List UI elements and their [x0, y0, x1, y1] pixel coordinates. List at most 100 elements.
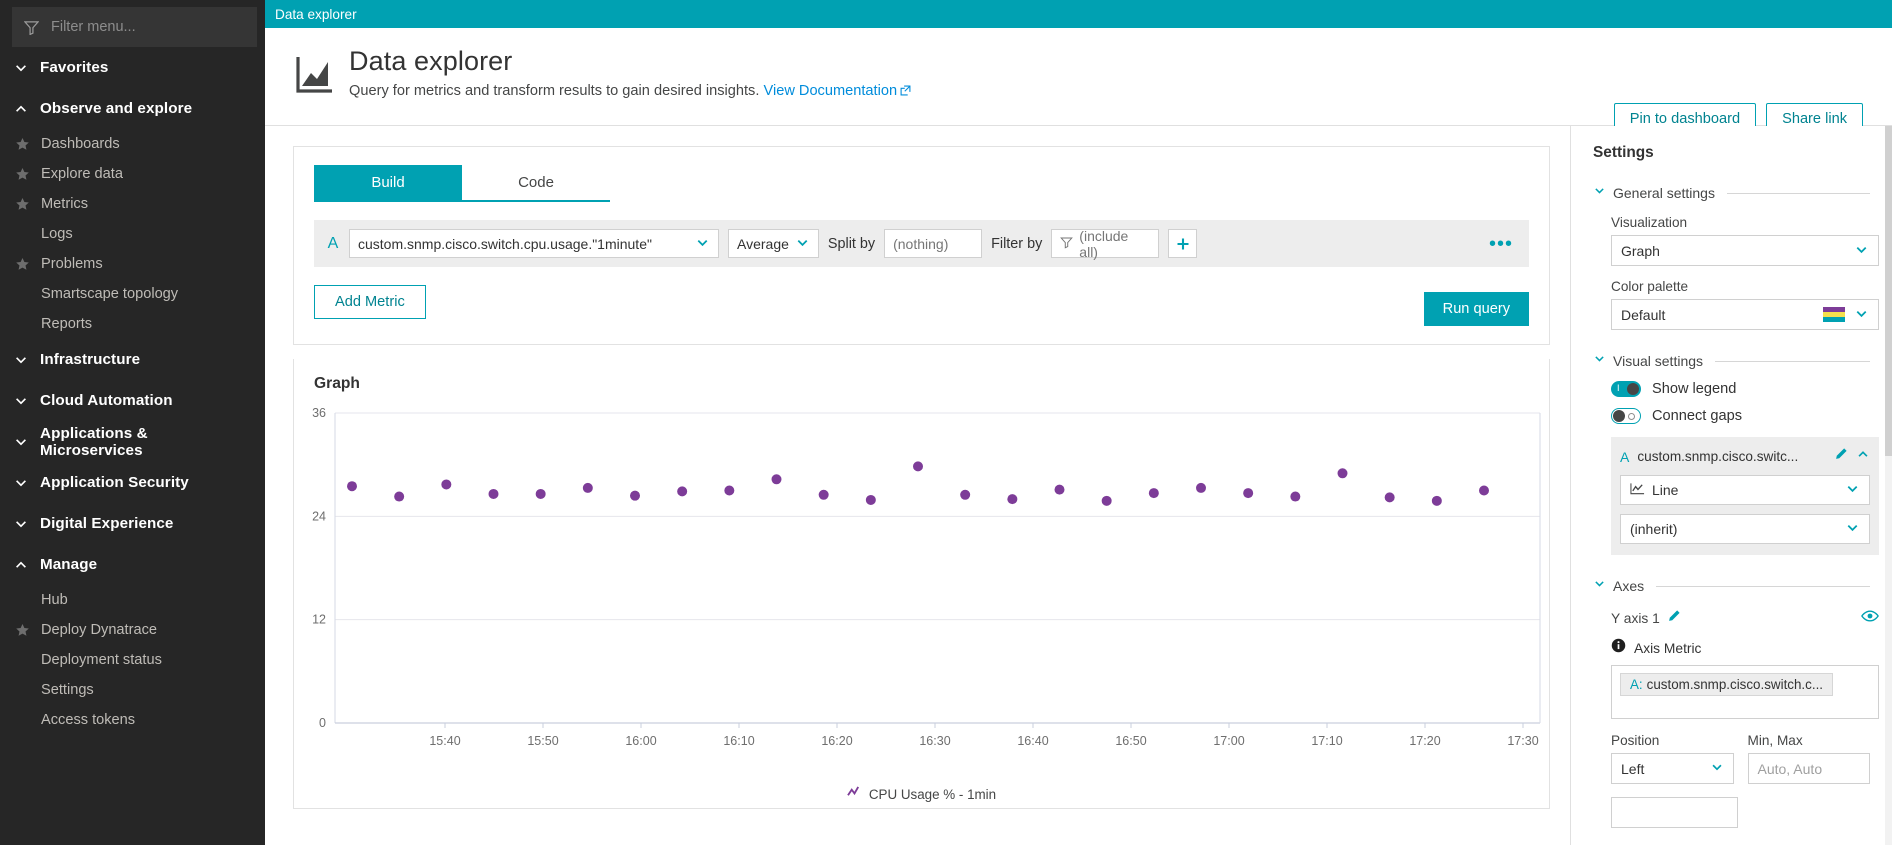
sidebar-item-explore-data[interactable]: Explore data — [0, 159, 265, 189]
series-header: A custom.snmp.cisco.switc... — [1620, 447, 1870, 466]
more-options-button[interactable]: ••• — [1489, 234, 1513, 254]
sidebar-item-logs[interactable]: Logs — [0, 219, 265, 249]
sidebar-item-smartscape-topology[interactable]: Smartscape topology — [0, 279, 265, 309]
data-point[interactable] — [677, 486, 688, 497]
data-point[interactable] — [535, 488, 546, 499]
sidebar-item-access-tokens[interactable]: Access tokens — [0, 705, 265, 735]
series-color-select[interactable]: (inherit) — [1620, 514, 1870, 544]
sidebar-group-application-security[interactable]: Application Security — [0, 462, 265, 503]
visualization-select[interactable]: Graph — [1611, 235, 1879, 266]
series-type-select[interactable]: Line — [1620, 475, 1870, 505]
connect-gaps-row[interactable]: Connect gaps — [1611, 408, 1870, 424]
chevron-up-icon[interactable] — [1856, 447, 1870, 466]
filter-by-value: (include all) — [1079, 227, 1129, 260]
tab-build[interactable]: Build — [314, 165, 462, 202]
data-point[interactable] — [1101, 495, 1112, 506]
data-point[interactable] — [1337, 468, 1348, 479]
settings-scrollbar-thumb[interactable] — [1885, 126, 1892, 456]
sidebar-item-deployment-status[interactable]: Deployment status — [0, 645, 265, 675]
connect-gaps-toggle[interactable] — [1611, 408, 1641, 424]
data-point[interactable] — [913, 461, 923, 472]
color-palette-select[interactable]: Default — [1611, 299, 1879, 330]
data-point[interactable] — [488, 488, 499, 499]
eye-visibility-icon[interactable] — [1861, 609, 1879, 628]
data-point[interactable] — [771, 474, 782, 485]
aggregation-selector[interactable]: Average — [728, 229, 819, 258]
sidebar-group-manage[interactable]: Manage — [0, 544, 265, 585]
data-point[interactable] — [1384, 492, 1395, 503]
chevron-down-icon — [1845, 520, 1860, 538]
show-legend-toggle[interactable]: I — [1611, 381, 1641, 397]
minmax-input[interactable]: Auto, Auto — [1747, 753, 1870, 784]
edit-pencil-icon[interactable] — [1667, 609, 1681, 628]
add-filter-button[interactable] — [1168, 229, 1198, 258]
x-axis-tick-label: 17:00 — [1213, 734, 1244, 748]
add-metric-button[interactable]: Add Metric — [314, 285, 426, 319]
data-point[interactable] — [818, 489, 829, 500]
visual-settings-section-header[interactable]: Visual settings — [1593, 352, 1870, 370]
metric-query-row: A custom.snmp.cisco.switch.cpu.usage."1m… — [314, 220, 1529, 267]
star-icon[interactable] — [15, 197, 30, 212]
sidebar-group-cloud-automation[interactable]: Cloud Automation — [0, 380, 265, 421]
data-point[interactable] — [1431, 495, 1442, 506]
data-point[interactable] — [347, 481, 357, 492]
split-by-input[interactable]: (nothing) — [884, 229, 983, 258]
data-point[interactable] — [1196, 482, 1206, 493]
sidebar-group-observe-and-explore[interactable]: Observe and explore — [0, 88, 265, 129]
sidebar-item-settings[interactable]: Settings — [0, 675, 265, 705]
star-icon[interactable] — [15, 167, 30, 182]
data-point[interactable] — [865, 494, 876, 505]
star-icon[interactable] — [15, 623, 30, 638]
info-icon[interactable] — [1611, 638, 1626, 658]
filter-by-input[interactable]: (include all) — [1051, 227, 1160, 260]
data-point[interactable] — [1290, 491, 1301, 502]
chevron-down-icon — [1710, 760, 1724, 777]
tab-code[interactable]: Code — [462, 165, 610, 202]
sidebar-group-applications-microservices[interactable]: Applications & Microservices — [0, 421, 265, 462]
star-icon[interactable] — [15, 257, 30, 272]
page-subtitle-text: Query for metrics and transform results … — [349, 83, 760, 100]
chart-svg[interactable]: 0 12 24 36 15:40 15:50 16:00 16:10 16:20 16:30 16:… — [294, 393, 1579, 797]
sidebar-item-dashboards[interactable]: Dashboards — [0, 129, 265, 159]
data-point[interactable] — [582, 482, 593, 493]
data-point[interactable] — [394, 491, 405, 502]
sidebar-group-infrastructure[interactable]: Infrastructure — [0, 339, 265, 380]
sidebar-item-metrics[interactable]: Metrics — [0, 189, 265, 219]
chart-area[interactable]: 0 12 24 36 15:40 15:50 16:00 16:10 16:20 16:30 16:… — [294, 393, 1549, 808]
sidebar-filter[interactable] — [12, 7, 257, 47]
sidebar-item-deploy-dynatrace[interactable]: Deploy Dynatrace — [0, 615, 265, 645]
position-select[interactable]: Left — [1611, 753, 1734, 784]
data-point[interactable] — [960, 489, 971, 500]
run-query-button[interactable]: Run query — [1423, 292, 1529, 326]
edit-pencil-icon[interactable] — [1834, 447, 1848, 466]
data-point[interactable] — [441, 479, 452, 490]
star-icon[interactable] — [15, 137, 30, 152]
sidebar-item-hub[interactable]: Hub — [0, 585, 265, 615]
data-point[interactable] — [1054, 484, 1065, 495]
settings-scrollbar-track[interactable] — [1885, 126, 1892, 845]
chevron-down-icon — [1593, 352, 1606, 370]
view-documentation-link[interactable]: View Documentation — [763, 83, 911, 99]
data-point[interactable] — [630, 490, 640, 501]
data-point[interactable] — [724, 485, 735, 496]
axis-metric-pool[interactable]: A: custom.snmp.cisco.switch.c... — [1611, 665, 1879, 719]
sidebar-group-favorites[interactable]: Favorites — [0, 47, 265, 88]
show-legend-row[interactable]: I Show legend — [1611, 381, 1870, 397]
axes-section-header[interactable]: Axes — [1593, 577, 1870, 595]
axis-extra-field[interactable] — [1611, 797, 1738, 828]
sidebar-item-reports[interactable]: Reports — [0, 309, 265, 339]
sidebar-group-label: Favorites — [40, 59, 109, 76]
data-point[interactable] — [1243, 488, 1254, 499]
data-point[interactable] — [1007, 494, 1018, 505]
data-point[interactable] — [1479, 485, 1489, 496]
data-point[interactable] — [1148, 488, 1159, 499]
sidebar-item-problems[interactable]: Problems — [0, 249, 265, 279]
metric-selector[interactable]: custom.snmp.cisco.switch.cpu.usage."1min… — [349, 229, 719, 258]
axis-position-minmax-row: Position Left Min, Max Auto, Auto — [1611, 733, 1870, 784]
sidebar-group-digital-experience[interactable]: Digital Experience — [0, 503, 265, 544]
general-settings-section-header[interactable]: General settings — [1593, 184, 1870, 202]
axis-metric-chip[interactable]: A: custom.snmp.cisco.switch.c... — [1620, 673, 1834, 696]
sidebar-item-label: Metrics — [41, 196, 89, 212]
split-by-label: Split by — [827, 235, 876, 252]
filter-menu-input[interactable] — [51, 19, 245, 35]
